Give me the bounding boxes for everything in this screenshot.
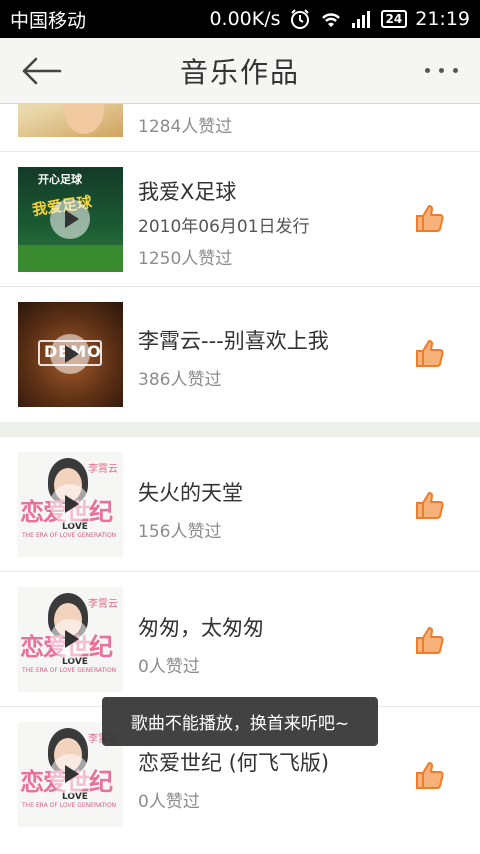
song-likes: 1250人赞过: [138, 249, 233, 269]
cover-subtitle: THE ERA OF LOVE GENERATION: [22, 667, 117, 674]
song-title: 匆匆，太匆匆: [138, 616, 264, 640]
app-bar: 音乐作品: [0, 38, 480, 104]
net-speed: 0.00K/s: [209, 8, 281, 30]
thumbs-up-icon[interactable]: [414, 624, 446, 656]
cover-title: 开心足球: [38, 173, 82, 186]
status-bar: 中国移动 0.00K/s 24 21:19: [0, 0, 480, 38]
toast-message: 歌曲不能播放，换首来听吧~: [102, 697, 378, 746]
wifi-icon: [319, 9, 343, 29]
more-dot-icon: [439, 68, 444, 73]
song-group: 1284人赞过 开心足球 我爱足球 我爱X足球 2010年06月01日发行 12…: [0, 104, 480, 422]
song-item[interactable]: 李霄云 恋爱世纪 LOVE THE ERA OF LOVE GENERATION…: [0, 572, 480, 707]
song-likes: 0人赞过: [138, 792, 200, 812]
song-likes: 1284人赞过: [138, 117, 233, 137]
alarm-icon: [289, 8, 311, 30]
signal-icon: [351, 9, 373, 29]
cover-figure: [64, 104, 104, 134]
back-arrow-icon: [22, 57, 62, 85]
cover-artist: 李霄云: [88, 599, 118, 610]
thumbs-up-icon[interactable]: [414, 759, 446, 791]
thumbs-up-icon[interactable]: [414, 337, 446, 369]
song-title: 恋爱世纪 (何飞飞版): [138, 751, 330, 775]
song-group: 李霄云 恋爱世纪 LOVE THE ERA OF LOVE GENERATION…: [0, 437, 480, 854]
more-options-button[interactable]: [425, 68, 458, 73]
thumbs-up-icon[interactable]: [414, 202, 446, 234]
play-icon[interactable]: [50, 619, 90, 659]
song-title: 李霄云---别喜欢上我: [138, 329, 329, 353]
song-likes: 0人赞过: [138, 657, 200, 677]
song-item[interactable]: DEMO 李霄云---别喜欢上我 386人赞过: [0, 287, 480, 422]
album-cover: [18, 104, 123, 137]
song-likes: 156人赞过: [138, 522, 222, 542]
thumbs-up-icon[interactable]: [414, 489, 446, 521]
cover-subtitle: THE ERA OF LOVE GENERATION: [22, 532, 117, 539]
more-dot-icon: [453, 68, 458, 73]
cover-field: [18, 245, 123, 272]
play-icon[interactable]: [50, 484, 90, 524]
cover-subtitle: THE ERA OF LOVE GENERATION: [22, 802, 117, 809]
album-cover: 李霄云 恋爱世纪 LOVE THE ERA OF LOVE GENERATION: [18, 587, 123, 692]
cover-artist: 李霄云: [88, 464, 118, 475]
album-cover: DEMO: [18, 302, 123, 407]
song-item[interactable]: 1284人赞过: [0, 104, 480, 152]
play-icon[interactable]: [50, 334, 90, 374]
more-dot-icon: [425, 68, 430, 73]
carrier-name: 中国移动: [10, 9, 87, 32]
clock: 21:19: [415, 8, 470, 30]
song-item[interactable]: 开心足球 我爱足球 我爱X足球 2010年06月01日发行 1250人赞过: [0, 152, 480, 287]
song-likes: 386人赞过: [138, 370, 222, 390]
play-icon[interactable]: [50, 199, 90, 239]
release-date: 2010年06月01日发行: [138, 217, 310, 237]
back-button[interactable]: [20, 56, 62, 86]
song-title: 失火的天堂: [138, 481, 243, 505]
play-icon[interactable]: [50, 754, 90, 794]
battery-icon: 24: [380, 10, 408, 28]
song-title: 我爱X足球: [138, 180, 237, 204]
album-cover: 开心足球 我爱足球: [18, 167, 123, 272]
album-cover: 李霄云 恋爱世纪 LOVE THE ERA OF LOVE GENERATION: [18, 452, 123, 557]
song-item[interactable]: 李霄云 恋爱世纪 LOVE THE ERA OF LOVE GENERATION…: [0, 437, 480, 572]
page-title: 音乐作品: [179, 55, 300, 89]
